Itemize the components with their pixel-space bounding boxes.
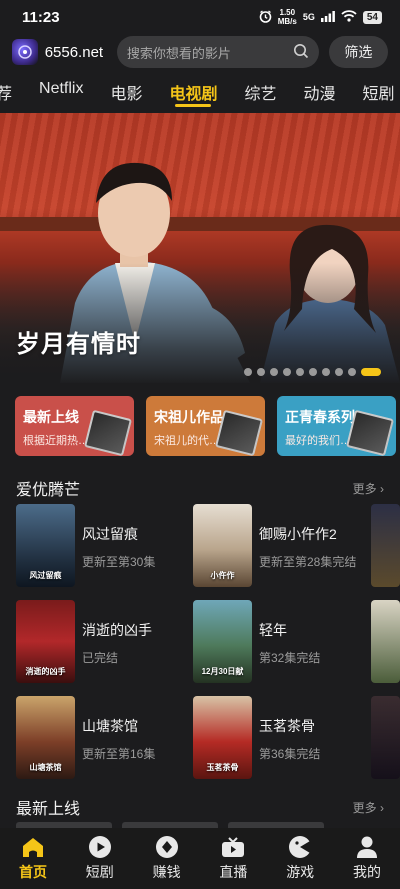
drama-update: 更新至第28集完结 <box>259 555 357 569</box>
battery-indicator: 54 <box>362 10 382 24</box>
diamond-icon <box>154 835 180 859</box>
tab-variety[interactable]: 综艺 <box>245 74 277 104</box>
carousel-dot[interactable] <box>270 368 278 376</box>
drama-update: 更新至第16集 <box>82 747 156 761</box>
site-name: 6556.net <box>44 43 104 61</box>
drama-poster[interactable]: 12月30日献 <box>193 600 252 683</box>
drama-item[interactable]: 玉茗茶骨 玉茗茶骨 第36集完结 <box>193 696 320 779</box>
drama-title[interactable]: 轻年 <box>259 620 320 640</box>
status-bar: 11:23 1.50 MB/s 5G 54 <box>0 0 400 34</box>
drama-update: 已完结 <box>82 651 119 665</box>
drama-item[interactable]: 小仵作 御赐小仵作2 更新至第28集完结 <box>193 504 356 587</box>
drama-title[interactable]: 御赐小仵作2 <box>259 524 356 544</box>
banner-title[interactable]: 岁月有情时 <box>16 324 141 359</box>
category-tabs: 荐 Netflix 电影 电视剧 综艺 动漫 短剧 <box>0 74 400 110</box>
drama-poster[interactable]: 小仵作 <box>193 504 252 587</box>
drama-update: 更新至第30集 <box>82 555 156 569</box>
nav-profile[interactable]: 我的 <box>347 828 387 889</box>
carousel-dot[interactable] <box>322 368 330 376</box>
app-logo[interactable] <box>12 39 38 65</box>
tv-icon <box>220 835 246 859</box>
status-time: 11:23 <box>22 8 60 26</box>
feature-card-latest[interactable]: 最新上线 根据近期热… <box>15 396 134 456</box>
chevron-right-icon: › <box>380 800 384 815</box>
drama-poster-peek[interactable] <box>371 696 400 779</box>
section-header-iqiyi: 爱优腾芒 更多 › <box>16 476 384 500</box>
carousel-dot[interactable] <box>309 368 317 376</box>
drama-title[interactable]: 消逝的凶手 <box>82 620 152 640</box>
drama-title[interactable]: 山塘茶馆 <box>82 716 155 736</box>
drama-item[interactable]: 风过留痕 风过留痕 更新至第30集 <box>16 504 155 587</box>
nav-earn[interactable]: 赚钱 <box>147 828 187 889</box>
carousel-dot[interactable] <box>283 368 291 376</box>
carousel-dot[interactable] <box>296 368 304 376</box>
nav-home[interactable]: 首页 <box>13 828 53 889</box>
tab-anime[interactable]: 动漫 <box>304 74 336 104</box>
carousel-indicator <box>244 368 381 376</box>
nav-games[interactable]: 游戏 <box>280 828 320 889</box>
chevron-right-icon: › <box>380 481 384 496</box>
search-input[interactable]: 搜索你想看的影片 <box>116 36 319 68</box>
drama-poster-peek[interactable] <box>371 504 400 587</box>
feature-card-youth-series[interactable]: 正青春系列 最好的我们… <box>277 396 396 456</box>
carousel-dot[interactable] <box>335 368 343 376</box>
drama-poster-peek[interactable] <box>371 600 400 683</box>
filter-button[interactable]: 筛选 <box>328 36 388 68</box>
carousel-dot-active[interactable] <box>361 368 381 376</box>
drama-poster[interactable]: 山塘茶馆 <box>16 696 75 779</box>
drama-poster[interactable]: 风过留痕 <box>16 504 75 587</box>
user-icon <box>354 835 380 859</box>
alarm-icon <box>259 9 272 25</box>
nav-live[interactable]: 直播 <box>213 828 253 889</box>
gamepad-icon <box>287 835 313 859</box>
drama-poster[interactable]: 消逝的凶手 <box>16 600 75 683</box>
net-speed: 1.50 MB/s <box>277 8 297 26</box>
feature-card-thumbnail <box>83 409 133 456</box>
drama-title[interactable]: 玉茗茶骨 <box>259 716 320 736</box>
app-header: 6556.net 搜索你想看的影片 筛选 <box>0 34 400 70</box>
wifi-icon <box>341 10 357 24</box>
feature-cards: 最新上线 根据近期热… 宋祖儿作品 宋祖儿的代… 正青春系列 最好的我们… <box>15 396 396 456</box>
status-icons: 1.50 MB/s 5G 54 <box>259 8 382 26</box>
drama-item[interactable]: 12月30日献 轻年 第32集完结 <box>193 600 320 683</box>
drama-item[interactable]: 山塘茶馆 山塘茶馆 更新至第16集 <box>16 696 155 779</box>
search-icon[interactable] <box>293 43 309 62</box>
more-link[interactable]: 更多 › <box>353 799 384 816</box>
feature-card-thumbnail <box>214 409 264 456</box>
feature-card-thumbnail <box>345 409 395 456</box>
signal-bars-icon <box>320 10 335 24</box>
tab-tv-series[interactable]: 电视剧 <box>169 74 218 107</box>
section-header-latest: 最新上线 更多 › <box>16 795 384 819</box>
nav-short-drama[interactable]: 短剧 <box>80 828 120 889</box>
drama-update: 第36集完结 <box>259 747 321 761</box>
search-placeholder: 搜索你想看的影片 <box>126 45 231 61</box>
tab-recommend[interactable]: 荐 <box>0 74 12 104</box>
drama-poster[interactable]: 玉茗茶骨 <box>193 696 252 779</box>
hero-banner[interactable]: 岁月有情时 <box>0 113 400 385</box>
carousel-dot[interactable] <box>244 368 252 376</box>
play-circle-icon <box>87 835 113 859</box>
signal-label: 5G <box>302 12 315 22</box>
tab-netflix[interactable]: Netflix <box>39 74 83 98</box>
section-title: 最新上线 <box>16 801 81 818</box>
tab-short-drama[interactable]: 短剧 <box>363 74 395 104</box>
drama-item[interactable]: 消逝的凶手 消逝的凶手 已完结 <box>16 600 152 683</box>
tab-movies[interactable]: 电影 <box>110 74 142 104</box>
drama-update: 第32集完结 <box>259 651 321 665</box>
feature-card-song-zuer[interactable]: 宋祖儿作品 宋祖儿的代… <box>146 396 265 456</box>
drama-title[interactable]: 风过留痕 <box>82 524 155 544</box>
bottom-navigation: 首页 短剧 赚钱 直播 游戏 我的 <box>0 828 400 889</box>
section-title: 爱优腾芒 <box>16 482 81 499</box>
home-icon <box>20 835 46 859</box>
carousel-dot[interactable] <box>257 368 265 376</box>
more-link[interactable]: 更多 › <box>353 480 384 497</box>
carousel-dot[interactable] <box>348 368 356 376</box>
